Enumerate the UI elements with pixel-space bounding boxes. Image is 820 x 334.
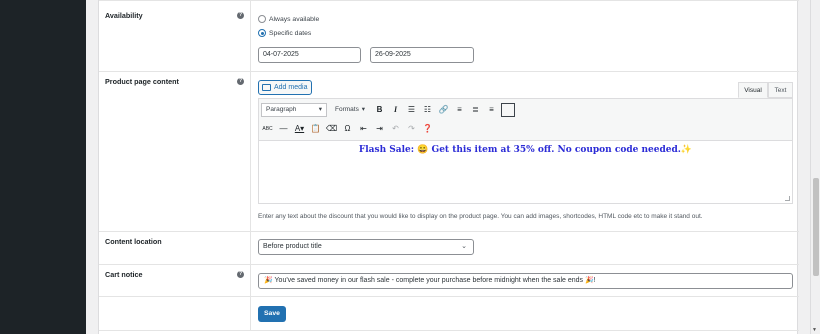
row-divider [250, 72, 251, 231]
fullscreen-icon[interactable] [501, 103, 515, 117]
clear-formatting-icon[interactable]: ⌫ [325, 122, 338, 136]
add-media-label: Add media [274, 84, 308, 91]
end-date-input[interactable]: 26-09-2025 [370, 47, 474, 63]
chevron-down-icon: ▾ [361, 106, 365, 113]
row-divider [250, 232, 251, 264]
align-left-icon[interactable]: ≡ [453, 103, 466, 117]
formats-menu-label: Formats [335, 106, 359, 113]
settings-panel: Availability ? Always available Specific… [98, 0, 799, 334]
row-divider [250, 265, 251, 296]
chevron-down-icon: ▾ [318, 106, 322, 113]
start-date-input[interactable]: 04-07-2025 [258, 47, 361, 63]
add-media-button[interactable]: Add media [258, 80, 313, 95]
align-center-icon[interactable]: ≣ [469, 103, 482, 117]
availability-label: Availability [105, 11, 143, 20]
row-divider [250, 1, 251, 71]
cart-notice-label: Cart notice [105, 270, 143, 279]
scroll-down-arrow-icon[interactable]: ▼ [812, 327, 817, 333]
radio-circle-selected[interactable] [258, 29, 266, 37]
editor-content[interactable]: Flash Sale: 😀 Get this item at 35% off. … [259, 145, 792, 155]
radio-label: Specific dates [269, 29, 312, 37]
outdent-icon[interactable]: ⇤ [357, 122, 370, 136]
product-page-content-label: Product page content [105, 77, 179, 86]
toolbar-row-2: ABC — A▾ 📋 ⌫ Ω ⇤ ⇥ ↶ ↷ ❓ [261, 121, 437, 137]
save-row [99, 297, 799, 331]
row-divider [250, 297, 251, 330]
content-location-select[interactable]: Before product title ⌄ [258, 239, 474, 255]
availability-row: Availability ? Always available Specific… [99, 0, 799, 72]
undo-icon[interactable]: ↶ [389, 122, 402, 136]
help-icon[interactable]: ? [237, 78, 244, 85]
resize-handle[interactable] [785, 196, 790, 201]
bulleted-list-icon[interactable]: ☰ [405, 103, 418, 117]
paragraph-format-select[interactable]: Paragraph ▾ [261, 103, 327, 117]
content-location-label: Content location [105, 237, 162, 246]
radio-label: Always available [269, 15, 320, 23]
radio-always-available[interactable]: Always available [258, 15, 319, 23]
admin-sidebar [0, 0, 86, 334]
align-right-icon[interactable]: ≡ [485, 103, 498, 117]
horizontal-line-icon[interactable]: — [277, 122, 290, 136]
radio-specific-dates[interactable]: Specific dates [258, 29, 311, 37]
formats-menu[interactable]: Formats ▾ [330, 103, 370, 117]
italic-icon[interactable]: I [389, 103, 402, 117]
numbered-list-icon[interactable]: ☷ [421, 103, 434, 117]
save-button[interactable]: Save [258, 306, 286, 322]
strikethrough-icon[interactable]: ABC [261, 122, 274, 136]
indent-icon[interactable]: ⇥ [373, 122, 386, 136]
editor-toolbar: Paragraph ▾ Formats ▾ B I ☰ ☷ 🔗 ≡ ≣ ≡ AB… [259, 99, 792, 141]
tab-text[interactable]: Text [768, 82, 793, 98]
rich-text-editor[interactable]: Paragraph ▾ Formats ▾ B I ☰ ☷ 🔗 ≡ ≣ ≡ AB… [258, 98, 793, 204]
page-scrollbar[interactable]: ▼ [810, 0, 820, 334]
cart-notice-input[interactable]: 🎉 You've saved money in our flash sale -… [258, 273, 793, 289]
chevron-down-icon: ⌄ [461, 243, 467, 250]
bold-icon[interactable]: B [373, 103, 386, 117]
content-description: Enter any text about the discount that y… [258, 213, 703, 220]
help-icon[interactable]: ❓ [421, 122, 434, 136]
scrollbar-thumb[interactable] [813, 178, 819, 276]
redo-icon[interactable]: ↷ [405, 122, 418, 136]
special-character-icon[interactable]: Ω [341, 122, 354, 136]
radio-circle[interactable] [258, 15, 266, 23]
media-icon [262, 84, 271, 91]
text-color-icon[interactable]: A▾ [293, 122, 306, 136]
paragraph-format-value: Paragraph [266, 106, 297, 113]
help-icon[interactable]: ? [237, 12, 244, 19]
paste-text-icon[interactable]: 📋 [309, 122, 322, 136]
tab-visual[interactable]: Visual [738, 82, 768, 98]
help-icon[interactable]: ? [237, 271, 244, 278]
link-icon[interactable]: 🔗 [437, 103, 450, 117]
content-location-value: Before product title [263, 243, 322, 250]
toolbar-row-1: Paragraph ▾ Formats ▾ B I ☰ ☷ 🔗 ≡ ≣ ≡ [261, 102, 518, 118]
